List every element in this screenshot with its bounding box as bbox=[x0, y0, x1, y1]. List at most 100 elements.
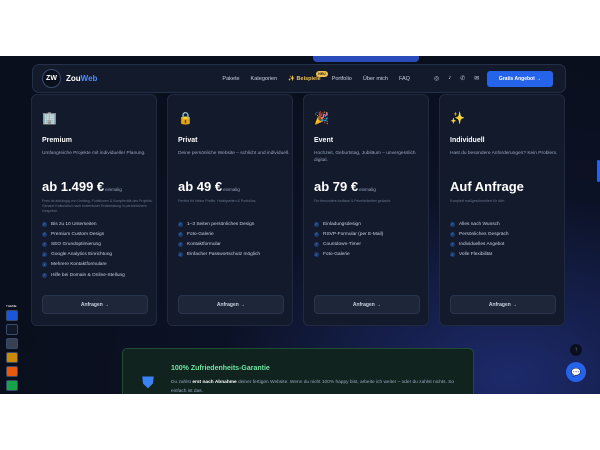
check-icon: ✓ bbox=[314, 241, 319, 247]
guarantee-text-bold: erst nach Abnahme bbox=[192, 380, 237, 385]
theme-swatch[interactable] bbox=[6, 338, 18, 349]
feature-text: Einladungsdesign bbox=[323, 221, 361, 227]
request-button[interactable]: Anfragen → bbox=[314, 295, 420, 314]
feature-text: RSVP-Formular (per E-Mail) bbox=[323, 231, 384, 237]
chat-button[interactable]: 💬 bbox=[566, 362, 586, 382]
nav-link-faq[interactable]: FAQ bbox=[399, 76, 410, 82]
card-price: ab 49 €einmalig bbox=[178, 179, 240, 194]
card-description: Deine persönliche Website – schlicht und… bbox=[178, 151, 290, 156]
sparkles-icon: ✨ bbox=[450, 111, 465, 125]
price-suffix: einmalig bbox=[223, 187, 240, 192]
theme-swatch[interactable] bbox=[6, 310, 18, 321]
theme-swatch[interactable] bbox=[6, 380, 18, 391]
request-button[interactable]: Anfragen → bbox=[178, 295, 284, 314]
card-note: Preis ist abhängig von Umfang, Funktione… bbox=[42, 199, 153, 213]
request-button[interactable]: Anfragen → bbox=[42, 295, 148, 314]
package-card-privat: 🔒 Privat Deine persönliche Website – sch… bbox=[167, 94, 293, 326]
price-suffix: einmalig bbox=[105, 187, 122, 192]
check-icon: ✓ bbox=[178, 252, 183, 258]
nav-links: Pakete Kategorien ✨ Beispiele NEU Portfol… bbox=[222, 70, 410, 82]
feature-text: Foto-Galerie bbox=[323, 252, 350, 258]
feature-item: ✓ Foto-Galerie bbox=[314, 250, 383, 260]
check-icon: ✓ bbox=[314, 252, 319, 258]
feature-text: Volle Flexibilität bbox=[459, 252, 493, 258]
brand-main: Zou bbox=[66, 74, 81, 83]
check-icon: ✓ bbox=[42, 272, 47, 278]
nav-link-portfolio[interactable]: Portfolio bbox=[332, 76, 352, 82]
theme-swatch[interactable] bbox=[6, 366, 18, 377]
package-card-individuell: ✨ Individuell Hast du besondere Anforder… bbox=[439, 94, 565, 326]
check-icon: ✓ bbox=[450, 252, 455, 258]
navbar: ZW ZouWeb Pakete Kategorien ✨ Beispiele N… bbox=[32, 64, 566, 93]
check-icon: ✓ bbox=[42, 221, 47, 227]
logo-icon: ZW bbox=[42, 69, 61, 88]
scroll-top-button[interactable]: ↑ bbox=[570, 344, 582, 356]
theme-swatch[interactable] bbox=[6, 352, 18, 363]
request-button[interactable]: Anfragen → bbox=[450, 295, 556, 314]
nav-link-pakete[interactable]: Pakete bbox=[222, 76, 239, 82]
feature-text: Mehrere Kontaktformulare bbox=[51, 262, 107, 268]
whatsapp-icon[interactable]: ✆ bbox=[460, 75, 465, 82]
feature-item: ✓ Persönliches Gespräch bbox=[450, 229, 509, 239]
guarantee-text: Du zahlst erst nach Abnahme deiner ferti… bbox=[171, 379, 461, 394]
feature-item: ✓ RSVP-Formular (per E-Mail) bbox=[314, 229, 383, 239]
card-note: Für besondere Anlässe & Feierlichkeiten … bbox=[314, 199, 392, 203]
building-icon: 🏢 bbox=[42, 111, 57, 125]
price-value: ab 79 € bbox=[314, 179, 359, 194]
theme-label: THEME bbox=[6, 304, 17, 308]
logo-link[interactable]: ZW ZouWeb bbox=[42, 69, 97, 88]
feature-item: ✓ Bis zu 10 Unterseiten bbox=[42, 219, 125, 229]
check-icon: ✓ bbox=[450, 231, 455, 237]
check-icon: ✓ bbox=[450, 241, 455, 247]
check-icon: ✓ bbox=[314, 221, 319, 227]
feature-text: SEO Grundoptimierung bbox=[51, 241, 101, 247]
social-icons: ◎ ♪ ✆ ✉ bbox=[434, 75, 479, 82]
feature-text: Einfacher Passwortschutz möglich bbox=[187, 252, 261, 258]
card-note: Perfekt für kleine Profile, Hobbyseiten … bbox=[178, 199, 257, 203]
card-price: ab 79 €einmalig bbox=[314, 179, 376, 194]
check-icon: ✓ bbox=[178, 231, 183, 237]
cta-button[interactable]: Gratis Angebot → bbox=[487, 71, 553, 87]
top-glow bbox=[313, 56, 419, 62]
brand-name: ZouWeb bbox=[66, 74, 97, 83]
mail-icon[interactable]: ✉ bbox=[474, 75, 479, 82]
price-value: ab 49 € bbox=[178, 179, 223, 194]
card-title: Event bbox=[314, 137, 334, 144]
feature-text: Persönliches Gespräch bbox=[459, 231, 509, 237]
check-icon: ✓ bbox=[42, 241, 47, 247]
nav-link-ueber-mich[interactable]: Über mich bbox=[363, 76, 388, 82]
tiktok-icon[interactable]: ♪ bbox=[448, 75, 451, 82]
instagram-icon[interactable]: ◎ bbox=[434, 75, 439, 82]
guarantee-box: ⛊ 100% Zufriedenheits-Garantie Du zahlst… bbox=[122, 348, 474, 394]
check-icon: ✓ bbox=[314, 231, 319, 237]
feature-text: Hilfe bei Domain & Online-Stellung bbox=[51, 272, 125, 278]
page-viewport: ZW ZouWeb Pakete Kategorien ✨ Beispiele N… bbox=[0, 56, 600, 394]
guarantee-text-pre: Du zahlst bbox=[171, 380, 191, 385]
feature-item: ✓ Countdown-Timer bbox=[314, 239, 383, 249]
check-icon: ✓ bbox=[178, 241, 183, 247]
check-icon: ✓ bbox=[450, 221, 455, 227]
nav-link-beispiele[interactable]: ✨ Beispiele NEU bbox=[288, 70, 328, 82]
card-description: Hochzeit, Geburtstag, Jubiläum – unverge… bbox=[314, 151, 416, 164]
feature-item: ✓ 1–3 Seiten persönliches Design bbox=[178, 219, 260, 229]
nav-link-beispiele-label: ✨ Beispiele bbox=[288, 75, 321, 82]
feature-list: ✓ Alles nach Wunsch ✓ Persönliches Gespräc… bbox=[450, 219, 509, 260]
card-price: Auf Anfrage bbox=[450, 179, 525, 194]
feature-text: Foto-Galerie bbox=[187, 231, 214, 237]
theme-switcher: THEME bbox=[6, 304, 22, 394]
lock-icon: 🔒 bbox=[178, 111, 193, 125]
card-description: Hast du besondere Anforderungen? Kein Pr… bbox=[450, 151, 558, 156]
feature-list: ✓ Einladungsdesign ✓ RSVP-Formular (per E-… bbox=[314, 219, 383, 260]
theme-swatch[interactable] bbox=[6, 324, 18, 335]
new-badge: NEU bbox=[316, 70, 328, 77]
shield-icon: ⛊ bbox=[142, 375, 155, 392]
feature-item: ✓ Foto-Galerie bbox=[178, 229, 260, 239]
feature-text: Google Analytics Einrichtung bbox=[51, 252, 113, 258]
feature-text: Alles nach Wunsch bbox=[459, 221, 500, 227]
price-value: Auf Anfrage bbox=[450, 179, 524, 194]
feature-item: ✓ Hilfe bei Domain & Online-Stellung bbox=[42, 270, 125, 280]
price-suffix: einmalig bbox=[359, 187, 376, 192]
nav-link-kategorien[interactable]: Kategorien bbox=[251, 76, 278, 82]
card-title: Premium bbox=[42, 137, 72, 144]
card-title: Individuell bbox=[450, 137, 485, 144]
